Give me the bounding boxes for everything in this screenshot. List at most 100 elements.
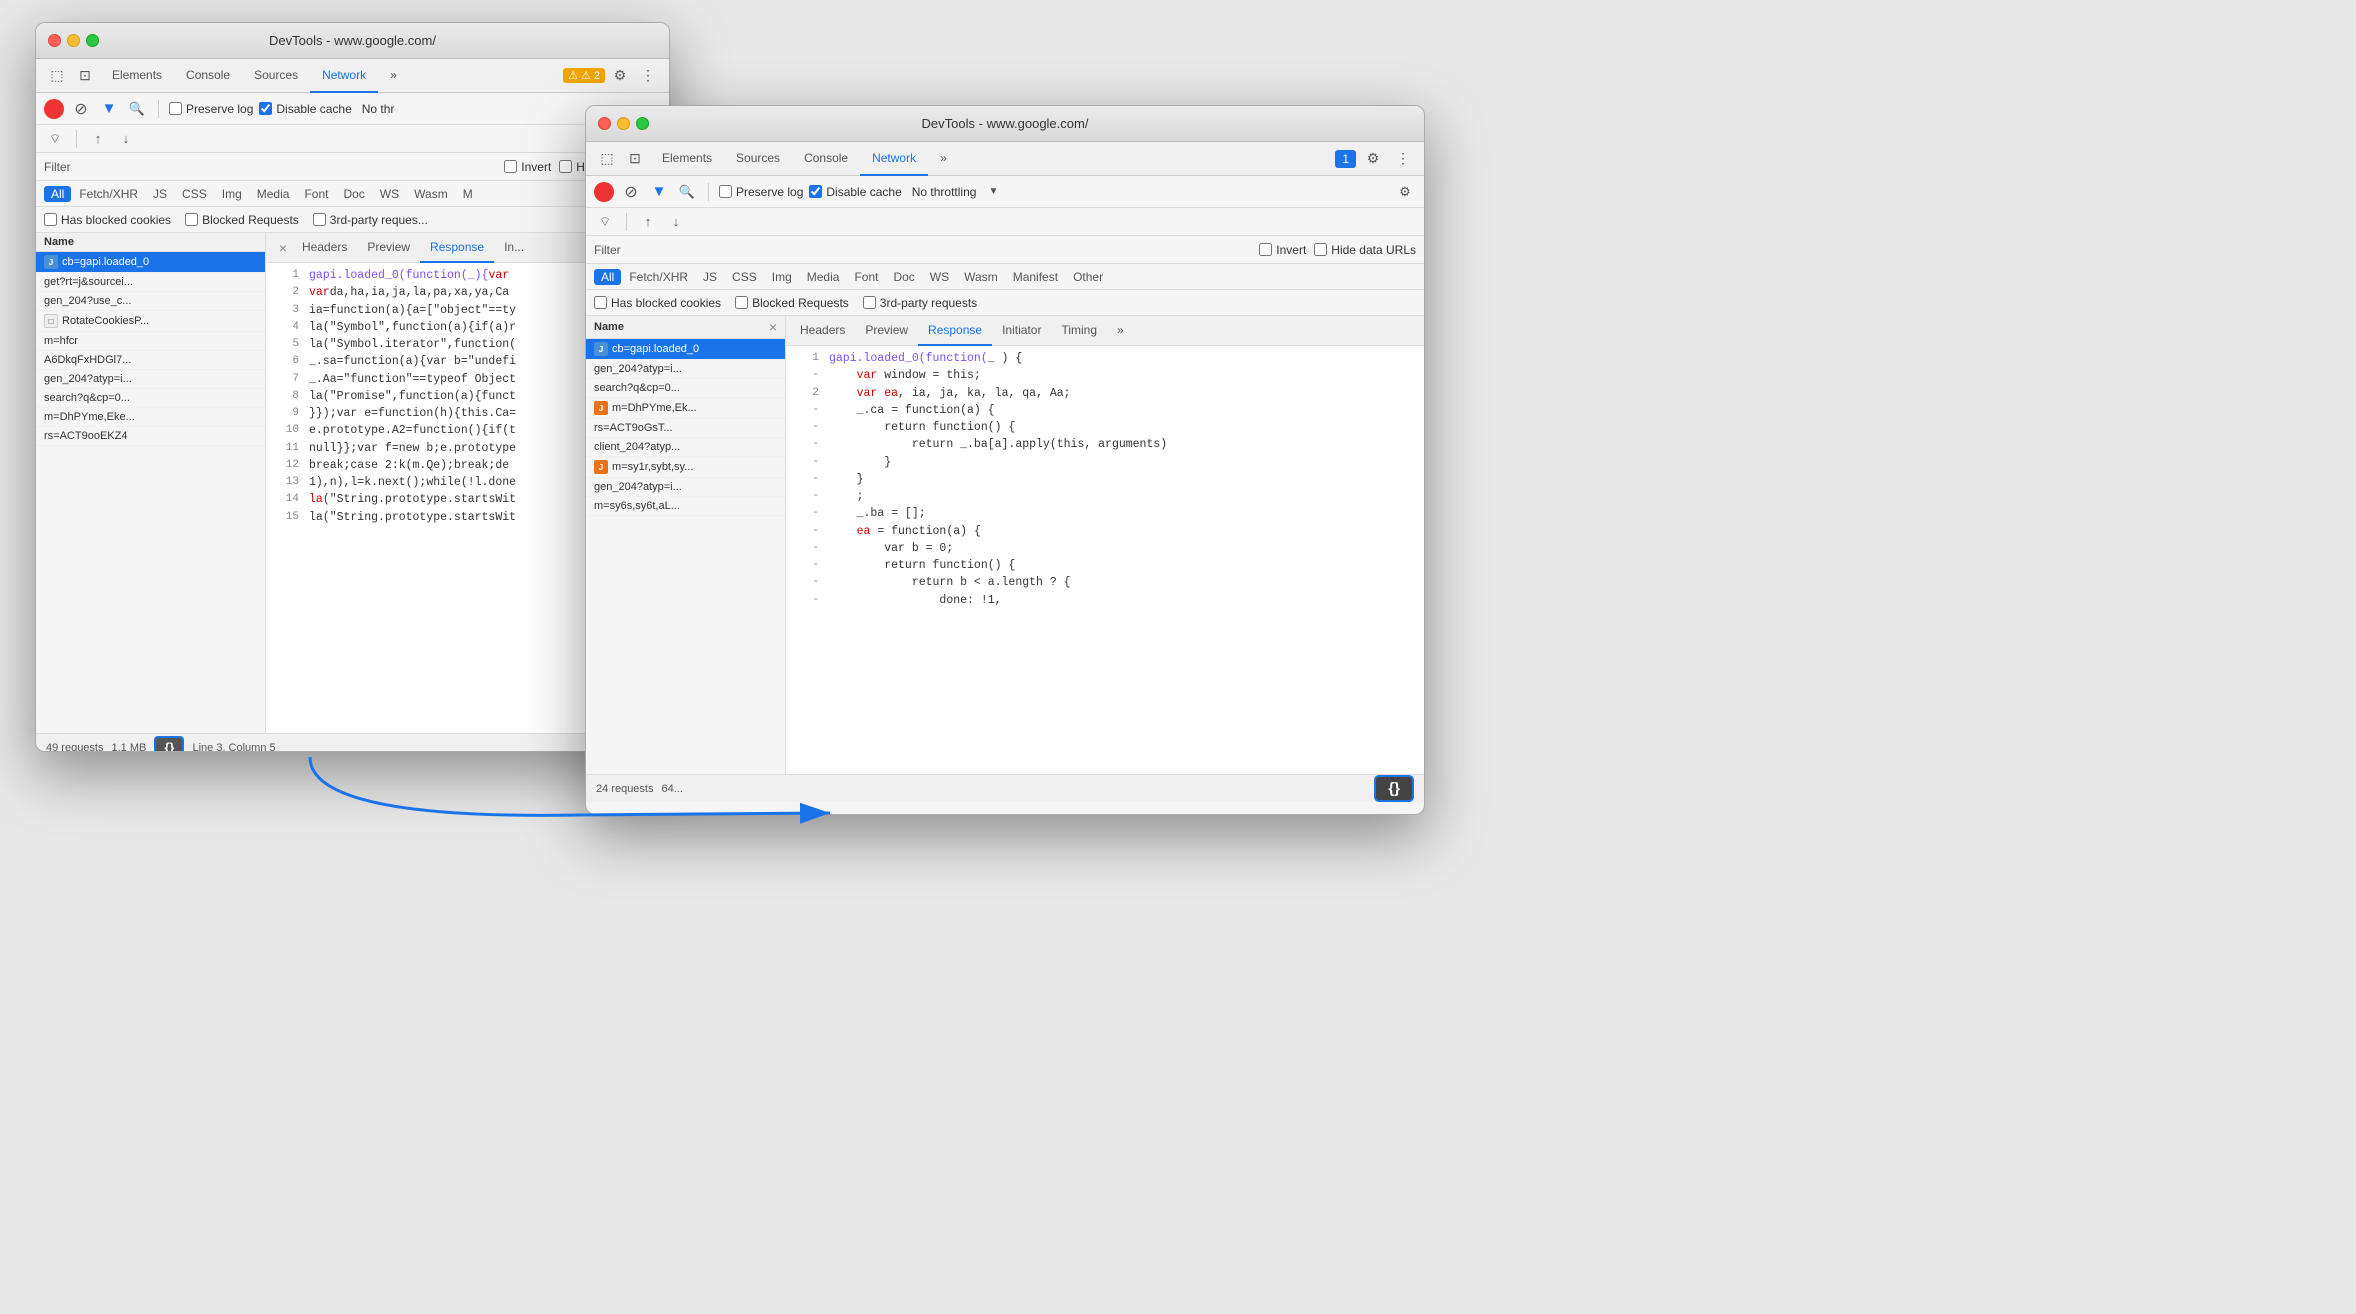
request-item-2-2[interactable]: search?q&cp=0... [586,379,785,398]
third-party-label-1[interactable]: 3rd-party reques... [313,213,428,227]
invert-check-2[interactable] [1259,243,1272,256]
type-fetch-2[interactable]: Fetch/XHR [622,269,695,285]
download-icon-2[interactable]: ↓ [665,211,687,233]
blocked-req-label-2[interactable]: Blocked Requests [735,296,849,310]
tab-console-2[interactable]: Console [792,142,860,176]
type-img-1[interactable]: Img [215,186,249,202]
request-item-4-2[interactable]: rs=ACT9oGsT... [586,419,785,438]
has-cookies-label-1[interactable]: Has blocked cookies [44,213,171,227]
has-cookies-label-2[interactable]: Has blocked cookies [594,296,721,310]
more-icon-1[interactable]: ⋮ [635,63,661,89]
stop-icon-2[interactable]: ⊘ [620,181,642,203]
tab-network-1[interactable]: Network [310,59,378,93]
type-img-2[interactable]: Img [765,269,799,285]
request-item-5-2[interactable]: client_204?atyp... [586,438,785,457]
tab-sources-1[interactable]: Sources [242,59,310,93]
detail-tab-headers-1[interactable]: Headers [292,233,357,263]
maximize-button-2[interactable] [636,117,649,130]
detail-tab-response-2[interactable]: Response [918,316,992,346]
request-item-8-1[interactable]: m=DhPYme,Eke... [36,408,265,427]
filter-icon-2[interactable]: ▼ [648,181,670,203]
invert-label-1[interactable]: Invert [504,160,551,174]
request-item-0-1[interactable]: J cb=gapi.loaded_0 [36,252,265,273]
tab-network-2[interactable]: Network [860,142,928,176]
request-item-1-2[interactable]: gen_204?atyp=i... [586,360,785,379]
type-more-1[interactable]: M [456,186,480,202]
detail-tab-preview-2[interactable]: Preview [855,316,918,346]
disable-cache-check-1[interactable] [259,102,272,115]
minimize-button-1[interactable] [67,34,80,47]
detail-tab-timing-2[interactable]: Timing [1051,316,1107,346]
type-doc-2[interactable]: Doc [886,269,921,285]
panel-icon-2[interactable]: ⊡ [622,146,648,172]
third-party-label-2[interactable]: 3rd-party requests [863,296,977,310]
detail-tab-in-1[interactable]: In... [494,233,534,263]
type-css-2[interactable]: CSS [725,269,764,285]
hide-data-urls-label-2[interactable]: Hide data URLs [1314,243,1416,257]
request-item-0-2[interactable]: J cb=gapi.loaded_0 [586,339,785,360]
disable-cache-check-2[interactable] [809,185,822,198]
cursor-icon[interactable]: ⬚ [44,63,70,89]
preserve-log-label-2[interactable]: Preserve log [719,185,803,199]
type-css-1[interactable]: CSS [175,186,214,202]
request-item-5-1[interactable]: A6DkqFxHDGl7... [36,351,265,370]
download-icon-1[interactable]: ↓ [115,128,137,150]
request-item-3-1[interactable]: □ RotateCookiesP... [36,311,265,332]
tab-more-2[interactable]: » [928,142,959,176]
request-item-2-1[interactable]: gen_204?use_c... [36,292,265,311]
type-ws-2[interactable]: WS [923,269,956,285]
request-item-1-1[interactable]: get?rt=j&sourcei... [36,273,265,292]
close-requests-btn[interactable]: × [769,319,777,335]
blocked-req-label-1[interactable]: Blocked Requests [185,213,299,227]
detail-tab-preview-1[interactable]: Preview [357,233,420,263]
record-button-1[interactable] [44,99,64,119]
invert-check-1[interactable] [504,160,517,173]
tab-elements-1[interactable]: Elements [100,59,174,93]
request-item-6-2[interactable]: J m=sy1r,sybt,sy... [586,457,785,478]
disable-cache-label-1[interactable]: Disable cache [259,102,351,116]
type-media-2[interactable]: Media [800,269,847,285]
detail-tab-headers-2[interactable]: Headers [790,316,855,346]
request-item-9-1[interactable]: rs=ACT9ooEKZ4 [36,427,265,446]
third-party-check-1[interactable] [313,213,326,226]
type-fetch-1[interactable]: Fetch/XHR [72,186,145,202]
format-button-1[interactable]: {} [154,736,184,752]
throttle-chevron-2[interactable]: ▼ [982,181,1004,203]
search-icon-2[interactable]: 🔍 [676,181,698,203]
disable-cache-label-2[interactable]: Disable cache [809,185,901,199]
preserve-log-check-1[interactable] [169,102,182,115]
settings-icon-2[interactable]: ⚙ [1360,146,1386,172]
third-party-check-2[interactable] [863,296,876,309]
tab-more-1[interactable]: » [378,59,409,93]
minimize-button-2[interactable] [617,117,630,130]
upload-icon-2[interactable]: ↑ [637,211,659,233]
wifi-icon-1[interactable]: ⌔ [44,128,66,150]
request-item-7-2[interactable]: gen_204?atyp=i... [586,478,785,497]
type-wasm-2[interactable]: Wasm [957,269,1005,285]
close-panel-btn-1[interactable]: × [274,239,292,257]
has-cookies-check-2[interactable] [594,296,607,309]
record-button-2[interactable] [594,182,614,202]
invert-label-2[interactable]: Invert [1259,243,1306,257]
format-button-2[interactable]: {} [1374,775,1414,802]
close-button-1[interactable] [48,34,61,47]
has-cookies-check-1[interactable] [44,213,57,226]
blocked-req-check-2[interactable] [735,296,748,309]
settings-icon-1[interactable]: ⚙ [607,63,633,89]
type-wasm-1[interactable]: Wasm [407,186,455,202]
type-doc-1[interactable]: Doc [336,186,371,202]
type-all-2[interactable]: All [594,269,621,285]
tab-sources-2[interactable]: Sources [724,142,792,176]
hide-data-check-2[interactable] [1314,243,1327,256]
request-item-3-2[interactable]: J m=DhPYme,Ek... [586,398,785,419]
detail-tab-more-2[interactable]: » [1107,316,1134,346]
stop-icon-1[interactable]: ⊘ [70,98,92,120]
type-all-1[interactable]: All [44,186,71,202]
request-item-6-1[interactable]: gen_204?atyp=i... [36,370,265,389]
cursor-icon-2[interactable]: ⬚ [594,146,620,172]
close-button-2[interactable] [598,117,611,130]
type-js-1[interactable]: JS [146,186,174,202]
request-item-8-2[interactable]: m=sy6s,sy6t,aL... [586,497,785,516]
hide-data-check-1[interactable] [559,160,572,173]
type-media-1[interactable]: Media [250,186,297,202]
